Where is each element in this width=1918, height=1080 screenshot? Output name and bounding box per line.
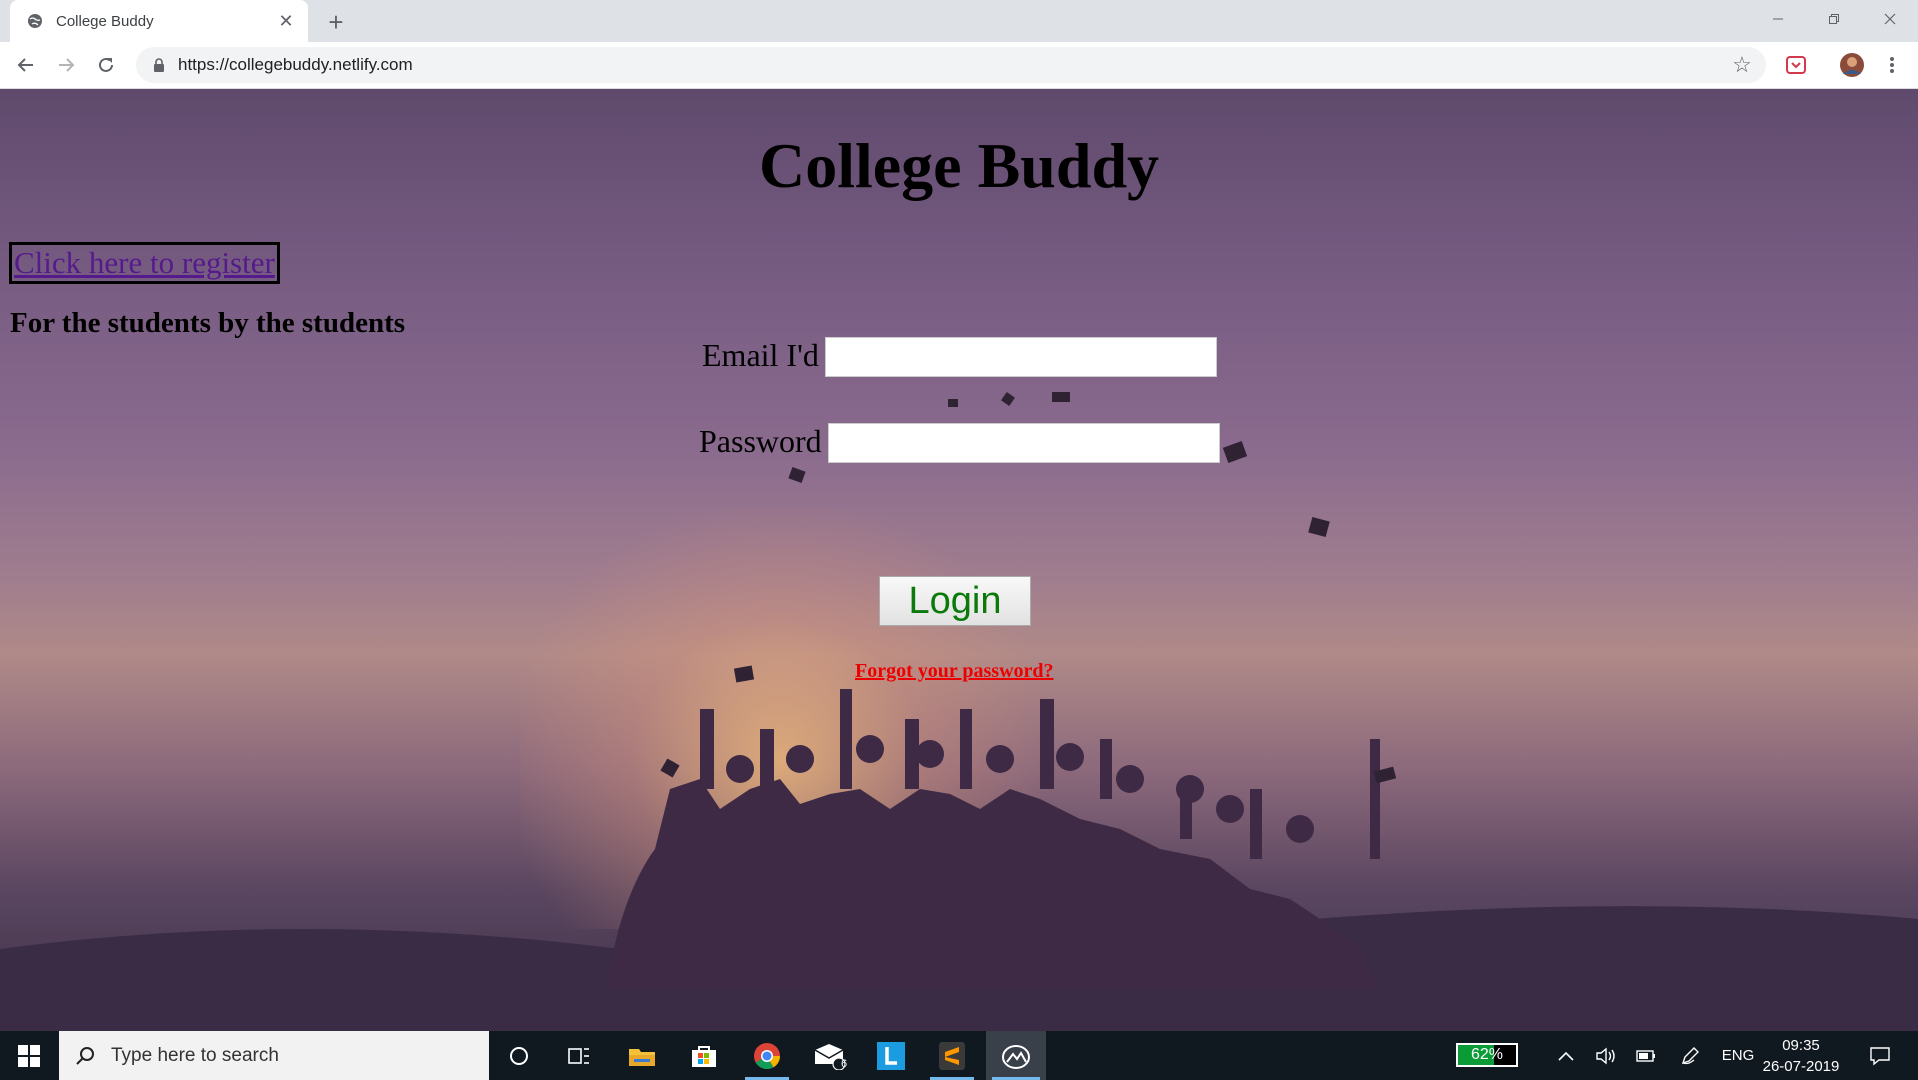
volume-icon[interactable] <box>1588 1031 1624 1080</box>
cortana-icon[interactable] <box>491 1031 547 1080</box>
browser-toolbar: https://collegebuddy.netlify.com ☆ <box>0 42 1918 89</box>
clock-time: 09:35 <box>1782 1037 1820 1054</box>
login-button[interactable]: Login <box>879 576 1031 626</box>
battery-tray-icon[interactable] <box>1628 1031 1664 1080</box>
chrome-icon[interactable] <box>739 1031 795 1080</box>
new-tab-button[interactable]: + <box>320 6 352 38</box>
globe-icon <box>26 12 44 30</box>
profile-avatar[interactable] <box>1836 49 1868 81</box>
pocket-extension-icon[interactable] <box>1780 49 1812 81</box>
restore-icon[interactable] <box>1806 0 1862 38</box>
password-label: Password <box>699 423 822 459</box>
lock-icon[interactable] <box>152 57 166 73</box>
search-icon <box>73 1044 97 1068</box>
tab-title: College Buddy <box>56 12 154 30</box>
system-clock[interactable]: 09:35 26-07-2019 <box>1762 1035 1840 1077</box>
task-view-icon[interactable] <box>551 1031 607 1080</box>
windows-start-icon[interactable] <box>10 1041 48 1071</box>
tab-strip: College Buddy ✕ + <box>0 0 1918 42</box>
mail-badge: 6 <box>841 1058 848 1070</box>
register-link[interactable]: Click here to register <box>9 242 280 284</box>
pen-icon[interactable] <box>1672 1031 1708 1080</box>
language-indicator[interactable]: ENG <box>1718 1031 1758 1080</box>
app-window-icon[interactable] <box>986 1031 1046 1080</box>
password-field[interactable] <box>828 423 1220 463</box>
menu-dots-icon[interactable] <box>1876 49 1908 81</box>
windows-taskbar: Type here to search 6 62% ENG 09:35 26-0… <box>0 1031 1918 1080</box>
forward-arrow-icon[interactable] <box>50 49 82 81</box>
notifications-icon[interactable] <box>1862 1031 1898 1080</box>
chevron-up-icon[interactable] <box>1548 1031 1584 1080</box>
file-explorer-icon[interactable] <box>614 1031 670 1080</box>
microsoft-store-icon[interactable] <box>676 1031 732 1080</box>
forgot-password-link[interactable]: Forgot your password? <box>855 660 1054 683</box>
email-field[interactable] <box>825 337 1217 377</box>
email-label: Email I'd <box>702 337 819 373</box>
close-window-icon[interactable] <box>1862 0 1918 38</box>
address-bar[interactable]: https://collegebuddy.netlify.com ☆ <box>136 47 1766 83</box>
bookmark-star-icon[interactable]: ☆ <box>1728 51 1756 79</box>
url-text[interactable]: https://collegebuddy.netlify.com <box>178 55 413 75</box>
lightshot-l-icon[interactable] <box>863 1031 919 1080</box>
back-arrow-icon[interactable] <box>10 49 42 81</box>
search-placeholder: Type here to search <box>111 1044 279 1066</box>
page-viewport: College Buddy Click here to register For… <box>0 89 1918 1031</box>
page-title: College Buddy <box>758 130 1160 201</box>
browser-tab[interactable]: College Buddy ✕ <box>10 0 308 42</box>
battery-indicator[interactable]: 62% <box>1456 1043 1518 1067</box>
minimize-icon[interactable] <box>1750 0 1806 38</box>
mail-icon[interactable]: 6 <box>801 1031 857 1080</box>
taskbar-search-box[interactable]: Type here to search <box>59 1031 489 1080</box>
sublime-text-icon[interactable] <box>924 1031 980 1080</box>
tab-close-icon[interactable]: ✕ <box>274 9 298 33</box>
reload-icon[interactable] <box>90 49 122 81</box>
clock-date: 26-07-2019 <box>1762 1058 1840 1075</box>
graduates-silhouette <box>0 392 1918 1031</box>
tagline: For the students by the students <box>10 307 406 339</box>
